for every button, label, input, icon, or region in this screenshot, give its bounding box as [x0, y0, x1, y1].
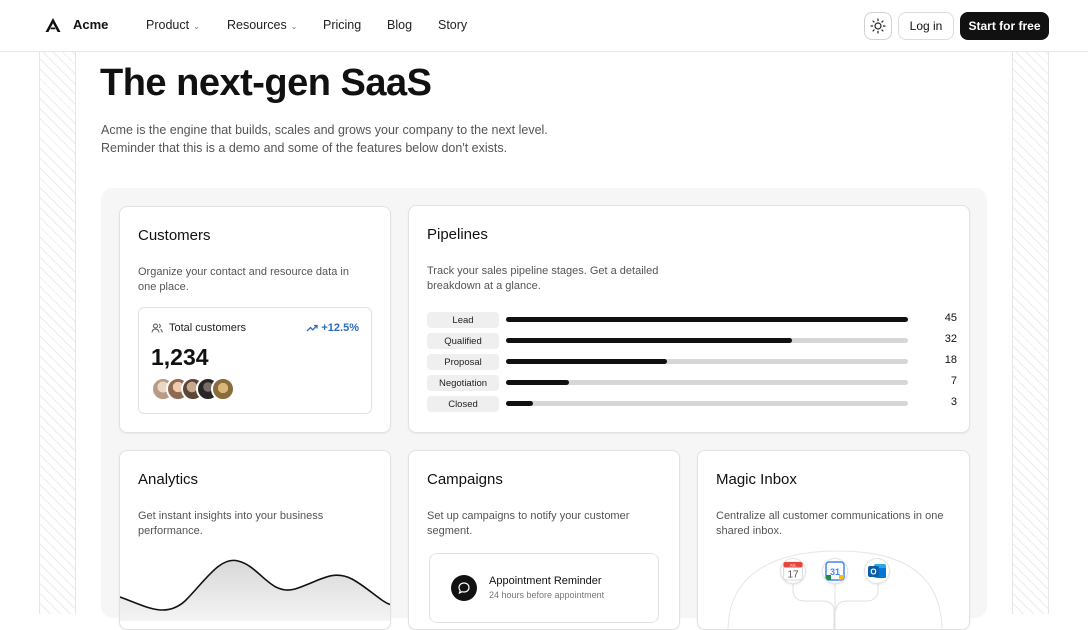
- reminder-subtitle: 24 hours before appointment: [489, 590, 605, 600]
- pipeline-stage-label: Negotiation: [427, 375, 499, 391]
- magic-inbox-card[interactable]: Magic Inbox Centralize all customer comm…: [697, 450, 970, 630]
- nav-resources[interactable]: Resources ⌄: [227, 18, 297, 32]
- customers-card[interactable]: Customers Organize your contact and reso…: [119, 206, 391, 433]
- pipeline-stage-label: Lead: [427, 312, 499, 328]
- nav-resources-label: Resources: [227, 18, 287, 32]
- stat-label: Total customers: [151, 322, 246, 334]
- total-customers-stat: Total customers +12.5% 1,234: [138, 307, 372, 414]
- pipelines-title: Pipelines: [427, 226, 488, 243]
- pipeline-progress-track: [506, 317, 908, 322]
- analytics-description: Get instant insights into your business …: [138, 509, 323, 539]
- pipeline-stage-count: 45: [944, 312, 957, 324]
- total-customers-value: 1,234: [151, 344, 209, 370]
- pipeline-progress-fill: [506, 359, 667, 364]
- magic-inbox-description: Centralize all customer communications i…: [716, 509, 943, 539]
- campaigns-description: Set up campaigns to notify your customer…: [427, 509, 629, 539]
- pipeline-progress-track: [506, 338, 908, 343]
- pipeline-stage-label: Proposal: [427, 354, 499, 370]
- pipeline-stage-label: Qualified: [427, 333, 499, 349]
- reminder-title: Appointment Reminder: [489, 575, 602, 587]
- calendar-day: 17: [787, 570, 799, 581]
- top-nav: Acme Product ⌄ Resources ⌄ Pricing Blog …: [0, 0, 1088, 52]
- pipeline-progress-track: [506, 380, 908, 385]
- chevron-down-icon: ⌄: [193, 21, 200, 31]
- customers-desc-line1: Organize your contact and resource data …: [138, 266, 349, 278]
- right-hatched-gutter: [1012, 52, 1049, 614]
- trend-value: +12.5%: [321, 322, 359, 334]
- outlook-letter: O: [870, 568, 876, 577]
- pipelines-card[interactable]: Pipelines Track your sales pipeline stag…: [408, 205, 970, 433]
- campaigns-desc-line1: Set up campaigns to notify your customer: [427, 510, 630, 522]
- campaigns-card[interactable]: Campaigns Set up campaigns to notify you…: [408, 450, 680, 630]
- customers-title: Customers: [138, 227, 211, 244]
- analytics-desc-line2: performance.: [138, 525, 203, 537]
- pipeline-progress-fill: [506, 338, 792, 343]
- pipeline-stage-count: 7: [950, 375, 957, 387]
- pipeline-progress-track: [506, 401, 908, 406]
- calendar-app-icon: JUL 17: [780, 558, 806, 584]
- features-panel: Customers Organize your contact and reso…: [101, 188, 987, 630]
- inbox-connector-lines: [727, 550, 943, 629]
- total-customers-label: Total customers: [169, 322, 247, 334]
- pipelines-desc-line2: breakdown at a glance.: [427, 280, 541, 292]
- left-hatched-gutter: [39, 52, 76, 614]
- brand-name[interactable]: Acme: [73, 17, 108, 32]
- pipeline-progress-fill: [506, 380, 569, 385]
- campaigns-desc-line2: segment.: [427, 525, 473, 537]
- trending-up-icon: [306, 324, 319, 332]
- avatar: [211, 377, 235, 401]
- pipelines-description: Track your sales pipeline stages. Get a …: [427, 264, 658, 294]
- analytics-area-chart: [120, 559, 390, 621]
- nav-story[interactable]: Story: [438, 18, 467, 32]
- message-icon: [451, 575, 477, 601]
- pipeline-progress-fill: [506, 401, 533, 406]
- page-title: The next-gen SaaS: [100, 62, 432, 104]
- magic-inbox-title: Magic Inbox: [716, 471, 797, 488]
- sun-icon: [870, 18, 886, 34]
- nav-product[interactable]: Product ⌄: [146, 18, 200, 32]
- appointment-reminder[interactable]: Appointment Reminder 24 hours before app…: [429, 553, 659, 623]
- login-button[interactable]: Log in: [898, 12, 954, 40]
- users-icon: [151, 323, 163, 333]
- campaigns-title: Campaigns: [427, 471, 503, 488]
- nav-blog[interactable]: Blog: [387, 18, 412, 32]
- acme-logo-icon[interactable]: [43, 15, 63, 35]
- customers-desc-line2: one place.: [138, 281, 189, 293]
- pipeline-stage-count: 32: [944, 333, 957, 345]
- hero-subtitle-line2: Reminder that this is a demo and some of…: [101, 141, 508, 155]
- pipeline-progress-track: [506, 359, 908, 364]
- gcal-day: 31: [830, 567, 840, 577]
- pipeline-stage-label: Closed: [427, 396, 499, 412]
- inbox-desc-line2: shared inbox.: [716, 525, 783, 537]
- google-calendar-icon: 31: [822, 558, 848, 584]
- start-for-free-button[interactable]: Start for free: [960, 12, 1049, 40]
- inbox-desc-line1: Centralize all customer communications i…: [716, 510, 944, 522]
- analytics-desc-line1: Get instant insights into your business: [138, 510, 324, 522]
- pipeline-stage-count: 3: [950, 396, 957, 408]
- avatar-group: [151, 377, 235, 401]
- pipelines-desc-line1: Track your sales pipeline stages. Get a …: [427, 265, 659, 277]
- nav-pricing[interactable]: Pricing: [323, 18, 361, 32]
- outlook-icon: O: [864, 558, 890, 584]
- pipeline-stage-count: 18: [944, 354, 957, 366]
- nav-product-label: Product: [146, 18, 190, 32]
- calendar-month: JUL: [789, 562, 797, 567]
- hero-subtitle-line1: Acme is the engine that builds, scales a…: [101, 123, 548, 137]
- hero-subtitle: Acme is the engine that builds, scales a…: [101, 121, 548, 157]
- trend-indicator: +12.5%: [306, 322, 359, 334]
- analytics-title: Analytics: [138, 471, 199, 488]
- chevron-down-icon: ⌄: [290, 21, 298, 31]
- pipeline-progress-fill: [506, 317, 908, 322]
- customers-description: Organize your contact and resource data …: [138, 265, 349, 295]
- analytics-card[interactable]: Analytics Get instant insights into your…: [119, 450, 391, 630]
- theme-toggle-button[interactable]: [864, 12, 892, 40]
